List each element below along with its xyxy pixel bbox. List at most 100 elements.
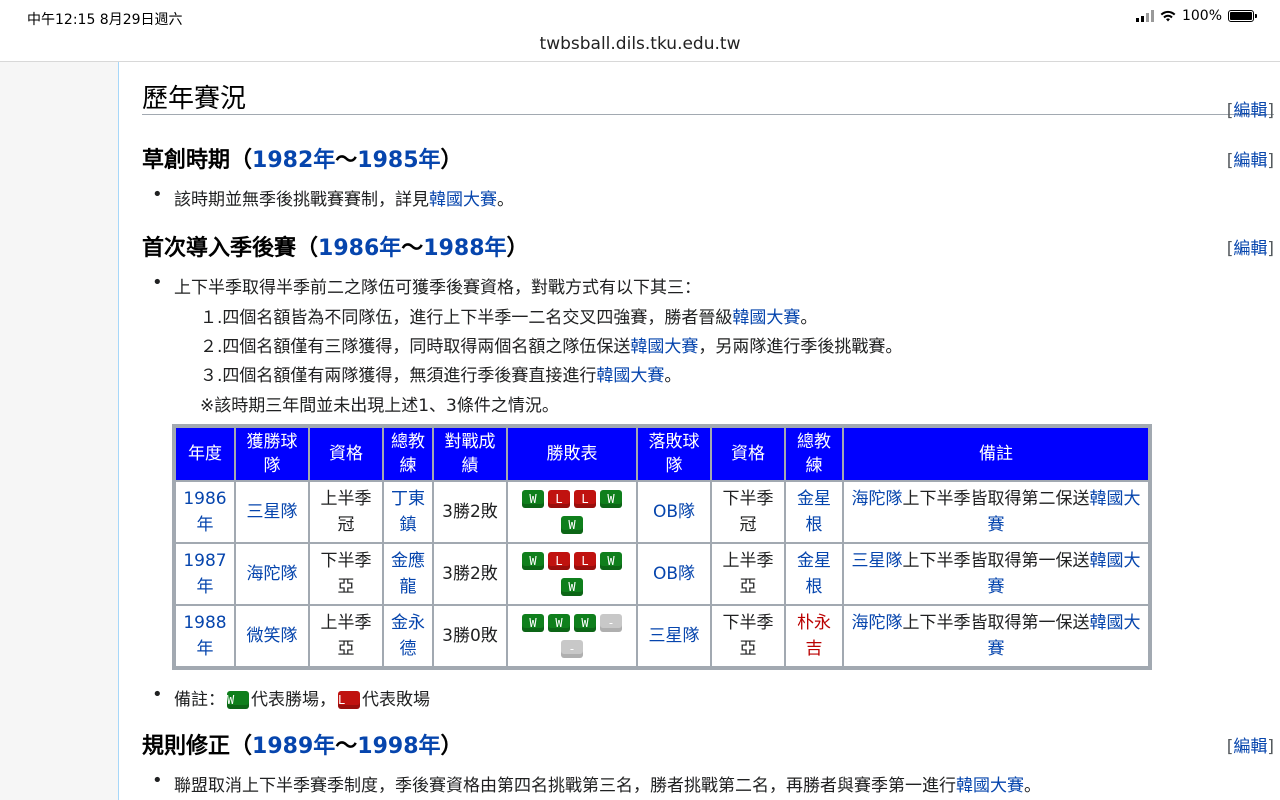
section-title: 歷年賽況: [142, 84, 247, 114]
note-text: 上下半季皆取得第一保送: [902, 551, 1090, 571]
win-badge: W: [522, 490, 544, 508]
winner-qualification: 上半季亞: [320, 613, 372, 659]
year-link[interactable]: 1988年: [423, 236, 506, 261]
series-result: 3勝2敗: [442, 564, 498, 584]
winner-coach-link[interactable]: 丁東鎮: [391, 489, 425, 535]
winner-coach-link[interactable]: 金應龍: [391, 551, 425, 597]
section-heading: 歷年賽況 [編輯]: [142, 76, 1274, 121]
table-cell: 下半季冠: [712, 482, 784, 542]
table-cell: 上半季亞: [712, 544, 784, 604]
loss-badge: L: [338, 691, 360, 709]
table-cell: 海陀隊上下半季皆取得第二保送韓國大賽: [844, 482, 1148, 542]
table-cell: WWW--: [508, 606, 636, 666]
unplayed-badge: -: [600, 614, 622, 632]
loser-team-link[interactable]: 三星隊: [649, 626, 700, 646]
table-cell: 3勝0敗: [434, 606, 506, 666]
table-cell: 金星根: [786, 544, 842, 604]
period3-heading: 規則修正（1989年～1998年） [編輯]: [142, 728, 1274, 760]
win-badge: W: [574, 614, 596, 632]
loser-coach-link[interactable]: 金星根: [797, 551, 831, 597]
cellular-signal-icon: [1135, 10, 1154, 22]
note-team-link[interactable]: 海陀隊: [852, 489, 903, 509]
loser-coach-link[interactable]: 朴永吉: [797, 613, 831, 659]
col-header: 年度: [176, 428, 234, 480]
table-cell: 海陀隊上下半季皆取得第一保送韓國大賽: [844, 606, 1148, 666]
status-bar: 中午12:15 8月29日週六 100%: [0, 0, 1280, 34]
win-badge: W: [561, 578, 583, 596]
loser-qualification: 上半季亞: [722, 551, 774, 597]
year-link[interactable]: 1998年: [357, 734, 440, 759]
year-link[interactable]: 1986年: [318, 236, 401, 261]
table-cell: 金應龍: [384, 544, 432, 604]
edit-link[interactable]: 編輯: [1233, 101, 1267, 121]
rule-1: １.四個名額皆為不同隊伍，進行上下半季一二名交叉四強賽，勝者晉級韓國大賽。: [200, 308, 818, 328]
col-header: 總教練: [384, 428, 432, 480]
win-badge: W: [522, 552, 544, 570]
note-text: 上下半季皆取得第二保送: [902, 489, 1090, 509]
winner-qualification: 上半季冠: [320, 489, 372, 535]
toolbar-divider: [0, 61, 1280, 62]
winner-team-link[interactable]: 三星隊: [247, 502, 298, 522]
winner-team-link[interactable]: 微笑隊: [247, 626, 298, 646]
table-cell: 三星隊: [236, 482, 308, 542]
note-team-link[interactable]: 海陀隊: [852, 613, 903, 633]
edit-link[interactable]: 編輯: [1233, 151, 1267, 171]
win-badge: W: [561, 516, 583, 534]
korean-series-link[interactable]: 韓國大賽: [429, 190, 497, 210]
table-cell: 丁東鎮: [384, 482, 432, 542]
year-link[interactable]: 1989年: [252, 734, 335, 759]
period2-heading: 首次導入季後賽（1986年～1988年） [編輯]: [142, 230, 1274, 262]
loser-qualification: 下半季冠: [722, 489, 774, 535]
table-cell: 海陀隊: [236, 544, 308, 604]
loss-badge: L: [548, 490, 570, 508]
period2-edit: [編輯]: [1226, 239, 1274, 259]
table-cell: 下半季亞: [712, 606, 784, 666]
unplayed-badge: -: [561, 640, 583, 658]
col-header: 備註: [844, 428, 1148, 480]
table-cell: 3勝2敗: [434, 482, 506, 542]
period1-title: 草創時期（1982年～1985年）: [142, 148, 463, 173]
col-header: 勝敗表: [508, 428, 636, 480]
address-bar[interactable]: twbsball.dils.tku.edu.tw: [0, 34, 1280, 60]
loser-team-link[interactable]: OB隊: [653, 502, 695, 522]
period1-heading: 草創時期（1982年～1985年） [編輯]: [142, 142, 1274, 174]
table-cell: OB隊: [638, 482, 710, 542]
note-team-link[interactable]: 三星隊: [852, 551, 903, 571]
edit-link[interactable]: 編輯: [1233, 239, 1267, 259]
table-cell: 1986年: [176, 482, 234, 542]
period3-title: 規則修正（1989年～1998年）: [142, 734, 463, 759]
table-cell: 三星隊: [638, 606, 710, 666]
legend-note: 備註：W代表勝場，L代表敗場: [152, 684, 430, 711]
wifi-icon: [1160, 10, 1176, 22]
year-link[interactable]: 1986年: [183, 489, 226, 535]
loser-qualification: 下半季亞: [722, 613, 774, 659]
table-row: 1988年 微笑隊 上半季亞 金永德 3勝0敗 W W W - - 三星隊 下半季亞 朴永吉 海陀隊上下半…: [176, 606, 1148, 666]
period2-note: ※該時期三年間並未出現上述1、3條件之情況。: [200, 396, 559, 416]
rule-3: ３.四個名額僅有兩隊獲得，無須進行季後賽直接進行韓國大賽。: [200, 366, 682, 386]
table-row: 1987年 海陀隊 下半季亞 金應龍 3勝2敗 W L L W W OB隊 上半季亞 金星根 三星隊上下半…: [176, 544, 1148, 604]
loser-team-link[interactable]: OB隊: [653, 564, 695, 584]
korean-series-link[interactable]: 韓國大賽: [732, 308, 800, 328]
edit-link[interactable]: 編輯: [1233, 737, 1267, 757]
win-badge: W: [548, 614, 570, 632]
winner-coach-link[interactable]: 金永德: [391, 613, 425, 659]
loss-badge: L: [548, 552, 570, 570]
win-badge: W: [600, 552, 622, 570]
table-cell: 微笑隊: [236, 606, 308, 666]
year-link[interactable]: 1988年: [183, 613, 226, 659]
win-badge: W: [227, 691, 249, 709]
korean-series-link[interactable]: 韓國大賽: [956, 776, 1024, 796]
col-header: 落敗球隊: [638, 428, 710, 480]
year-link[interactable]: 1987年: [183, 551, 226, 597]
period1-bullet: 該時期並無季後挑戰賽賽制，詳見韓國大賽。: [152, 184, 514, 210]
playoff-results-table: 年度 獲勝球隊 資格 總教練 對戰成績 勝敗表 落敗球隊 資格 總教練 備註 1…: [172, 424, 1152, 670]
year-link[interactable]: 1985年: [357, 148, 440, 173]
loser-coach-link[interactable]: 金星根: [797, 489, 831, 535]
year-link[interactable]: 1982年: [252, 148, 335, 173]
korean-series-link[interactable]: 韓國大賽: [630, 337, 698, 357]
rule-2: ２.四個名額僅有三隊獲得，同時取得兩個名額之隊伍保送韓國大賽，另兩隊進行季後挑戰…: [200, 337, 903, 357]
korean-series-link[interactable]: 韓國大賽: [596, 366, 664, 386]
col-header: 資格: [712, 428, 784, 480]
table-row: 1986年 三星隊 上半季冠 丁東鎮 3勝2敗 W L L W W OB隊 下半季冠 金星根 海陀隊上下半…: [176, 482, 1148, 542]
winner-team-link[interactable]: 海陀隊: [247, 564, 298, 584]
